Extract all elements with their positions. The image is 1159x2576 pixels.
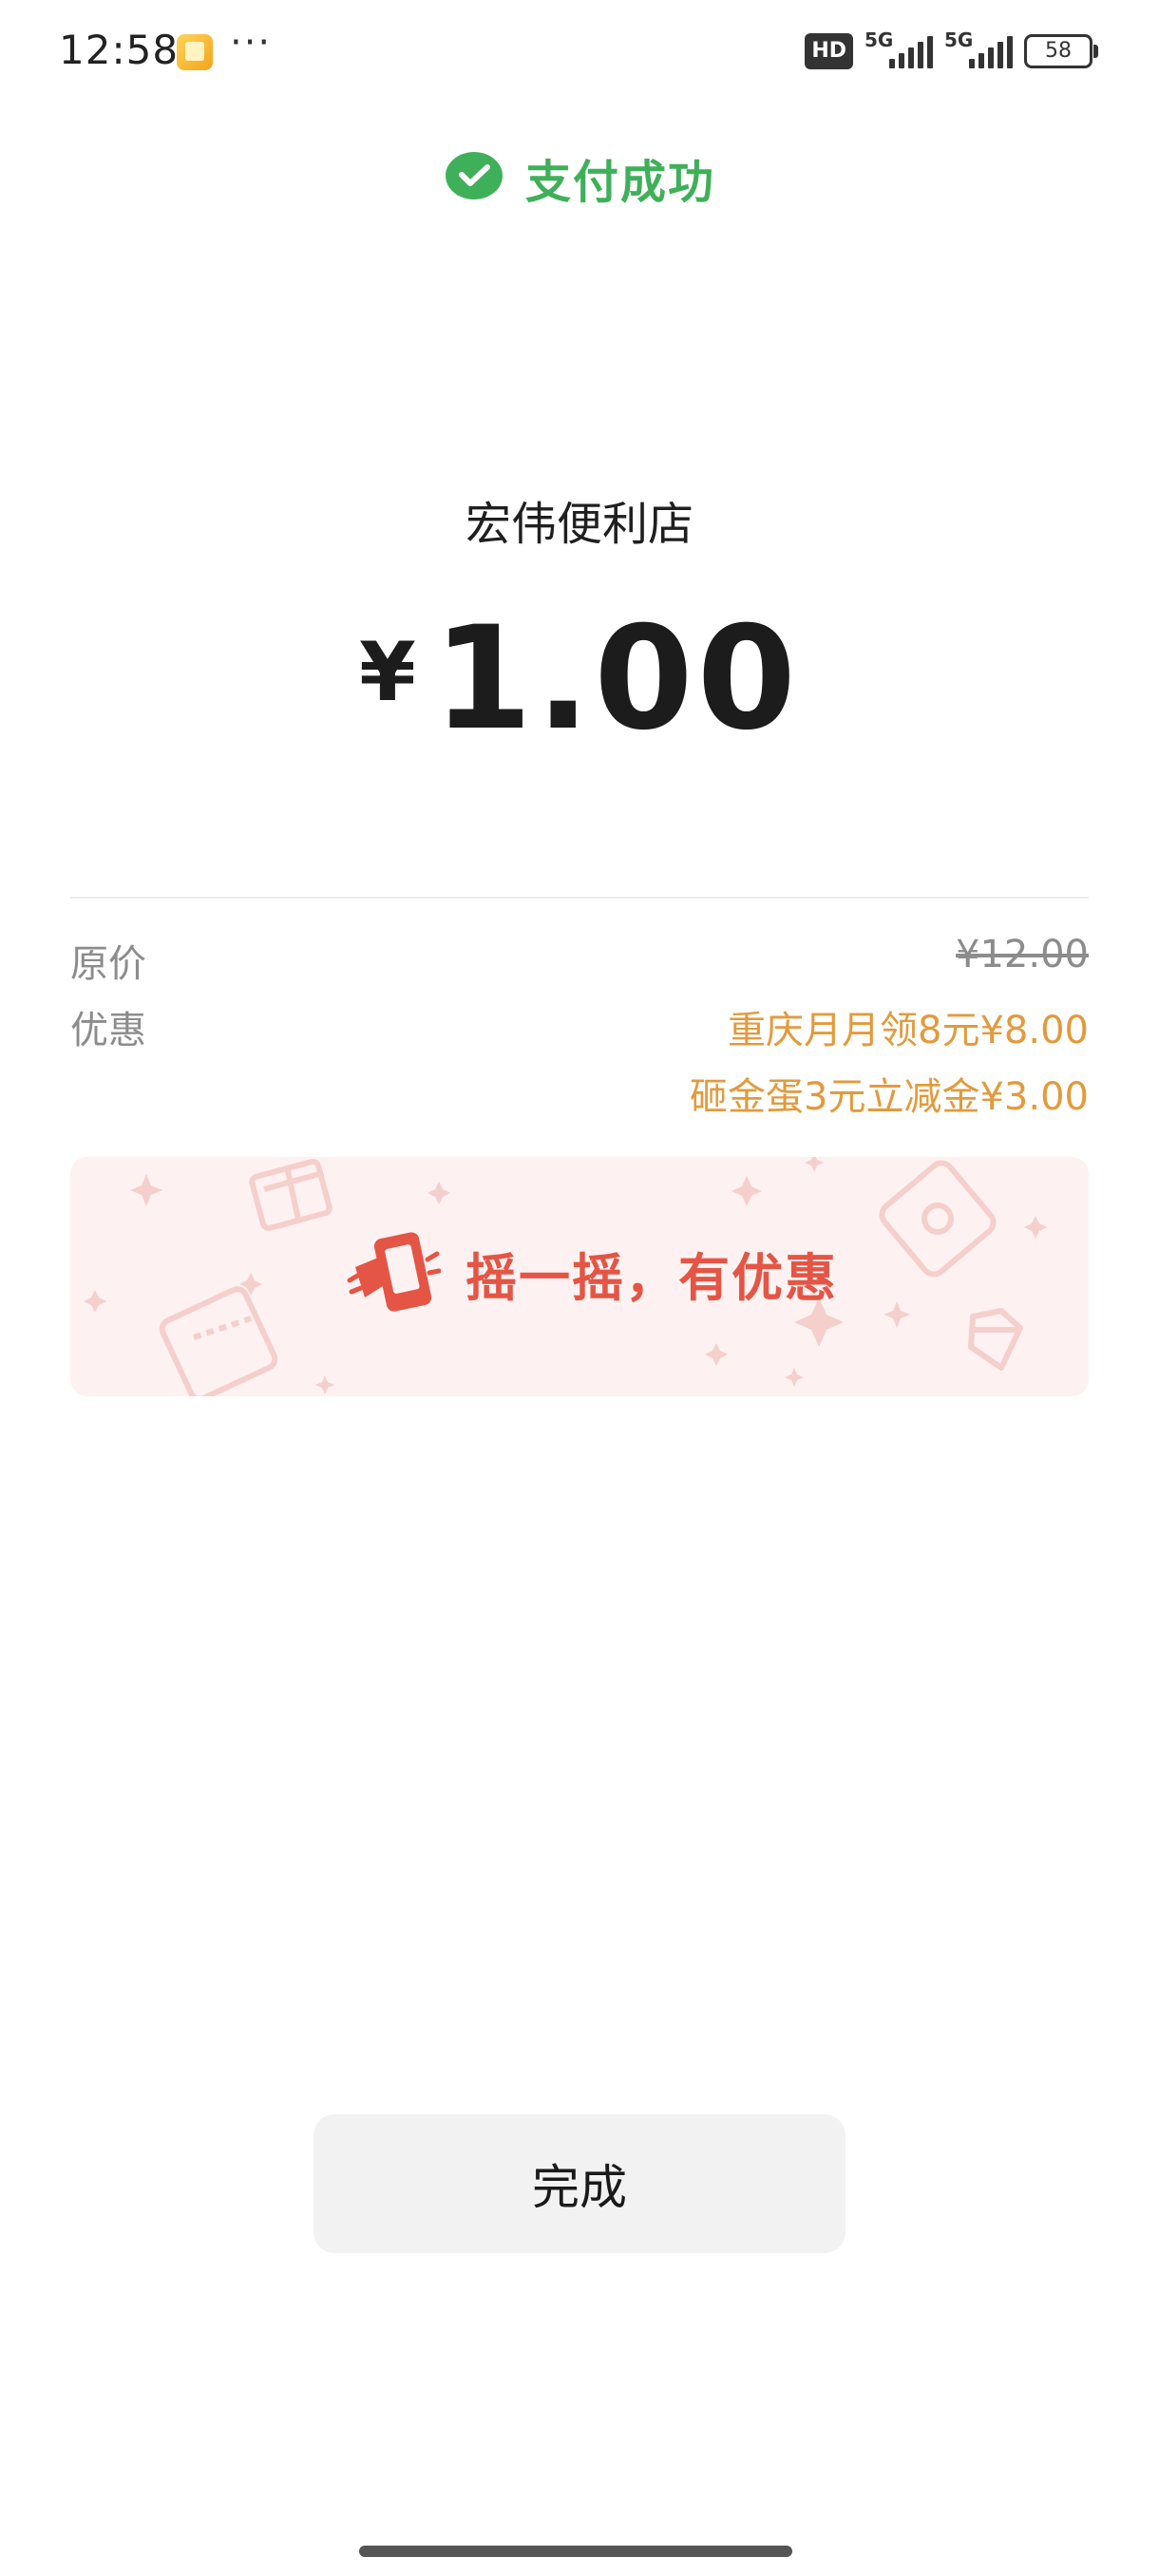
battery-icon: 58 — [1024, 34, 1098, 68]
payment-success-header: 支付成功 — [0, 144, 1159, 211]
wechat-pay-icon — [445, 152, 503, 199]
payment-success-title: 支付成功 — [524, 156, 715, 209]
divider — [70, 897, 1089, 899]
discount-item: 砸金蛋3元立减金¥3.00 — [690, 1075, 1089, 1119]
shake-promo-banner[interactable]: 摇一摇，有优惠 — [70, 1157, 1089, 1396]
notification-app-icon — [177, 34, 213, 70]
signal-2-icon: 5G — [944, 28, 1013, 70]
done-button[interactable]: 完成 — [314, 2114, 846, 2253]
discount-label: 优惠 — [70, 1009, 146, 1052]
merchant-name: 宏伟便利店 — [465, 498, 694, 551]
banner-content: 摇一摇，有优惠 — [346, 1225, 838, 1320]
hd-badge: HD — [805, 33, 853, 69]
original-price-label: 原价 — [70, 942, 146, 986]
more-notifications-icon: ··· — [230, 21, 273, 65]
currency-symbol: ¥ — [359, 625, 416, 720]
signal-1-icon: 5G — [864, 28, 933, 70]
payment-amount: ¥1.00 — [0, 608, 1159, 750]
shake-phone-icon — [347, 1232, 441, 1312]
discount-item: 重庆月月领8元¥8.00 — [728, 1009, 1089, 1052]
amount-value: 1.00 — [432, 597, 800, 762]
status-time: 12:58 — [59, 27, 180, 73]
status-indicators: HD 5G 5G 58 — [805, 28, 1098, 72]
original-price-value: ¥12.00 — [956, 933, 1089, 976]
home-indicator[interactable] — [359, 2546, 792, 2557]
shake-promo-text: 摇一摇，有优惠 — [466, 1247, 838, 1308]
status-bar: 12:58 ··· HD 5G 5G 58 — [0, 0, 1159, 104]
